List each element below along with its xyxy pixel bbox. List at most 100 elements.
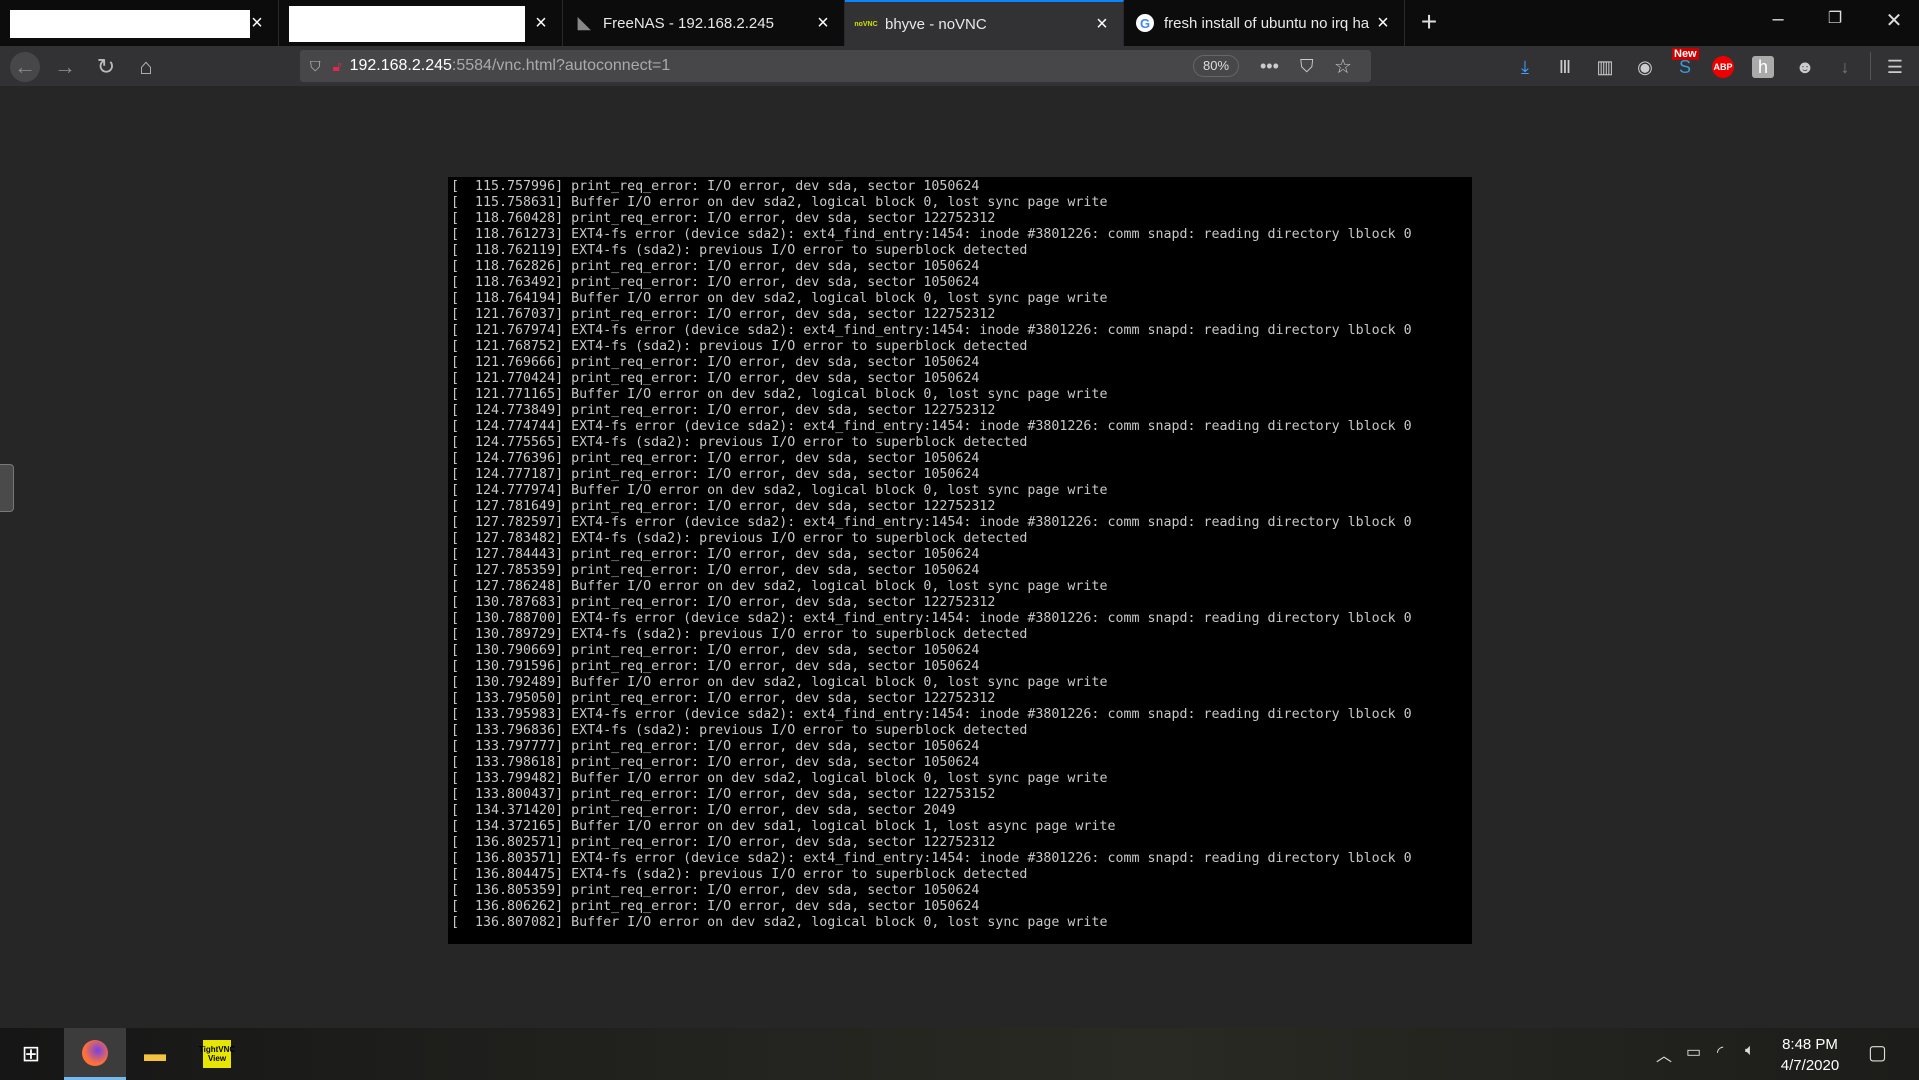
account-icon[interactable]: ◉: [1632, 54, 1658, 80]
console-line: [ 127.785359] print_req_error: I/O error…: [451, 563, 980, 578]
close-tab-icon[interactable]: ×: [1370, 12, 1396, 35]
tightvnc-viewer-button[interactable]: TightVNC View: [186, 1028, 248, 1080]
url-bar[interactable]: ⛉ 🔓︎ 192.168.2.245:5584/vnc.html?autocon…: [300, 50, 1371, 82]
console-line: [ 130.788700] EXT4-fs error (device sda2…: [451, 611, 1412, 626]
tab-freenas[interactable]: ◣ FreeNAS - 192.168.2.245 ×: [563, 0, 845, 46]
bookmark-star-icon[interactable]: ☆: [1334, 54, 1352, 79]
page-actions-icon[interactable]: •••: [1260, 56, 1279, 77]
google-icon: G: [1136, 14, 1154, 32]
url-host[interactable]: 192.168.2.245: [350, 57, 452, 75]
firefox-taskbar-button[interactable]: [64, 1028, 126, 1080]
console-line: [ 133.795983] EXT4-fs error (device sda2…: [451, 707, 1412, 722]
console-line: [ 124.776396] print_req_error: I/O error…: [451, 451, 980, 466]
console-line: [ 133.800437] print_req_error: I/O error…: [451, 787, 996, 802]
console-line: [ 115.757996] print_req_error: I/O error…: [451, 179, 980, 194]
console-line: [ 130.787683] print_req_error: I/O error…: [451, 595, 996, 610]
console-line: [ 133.795050] print_req_error: I/O error…: [451, 691, 996, 706]
console-line: [ 130.789729] EXT4-fs (sda2): previous I…: [451, 627, 1028, 642]
console-line: [ 118.764194] Buffer I/O error on dev sd…: [451, 291, 1108, 306]
start-button[interactable]: ⊞: [0, 1028, 62, 1080]
console-line: [ 130.792489] Buffer I/O error on dev sd…: [451, 675, 1108, 690]
close-tab-icon[interactable]: ×: [528, 12, 554, 35]
page-content: [ 115.757996] print_req_error: I/O error…: [0, 86, 1919, 1028]
action-center-icon[interactable]: ▢: [1868, 1040, 1887, 1065]
battery-icon[interactable]: ▭: [1686, 1042, 1701, 1062]
console-line: [ 136.807082] Buffer I/O error on dev sd…: [451, 915, 1108, 930]
download-extension-icon[interactable]: ↓: [1832, 54, 1858, 80]
downloads-icon[interactable]: ⤓: [1512, 54, 1538, 80]
back-button[interactable]: ←: [10, 52, 40, 82]
menu-icon[interactable]: ☰: [1882, 54, 1908, 80]
restore-button[interactable]: ❐: [1815, 8, 1855, 28]
console-line: [ 133.798618] print_req_error: I/O error…: [451, 755, 980, 770]
console-line: [ 133.799482] Buffer I/O error on dev sd…: [451, 771, 1108, 786]
console-line: [ 136.802571] print_req_error: I/O error…: [451, 835, 996, 850]
console-line: [ 124.777187] print_req_error: I/O error…: [451, 467, 980, 482]
console-line: [ 115.758631] Buffer I/O error on dev sd…: [451, 195, 1108, 210]
windows-taskbar: ⊞ ▬ TightVNC View ︿ ▭ ◜ 🔈︎ 8:48 PM 4/7/20…: [0, 1028, 1919, 1080]
close-tab-icon[interactable]: ×: [244, 12, 270, 35]
extension-mask-icon[interactable]: ☻: [1792, 54, 1818, 80]
redacted-title: [10, 10, 250, 38]
tracking-shield-icon[interactable]: ⛉: [310, 58, 321, 75]
vnc-screen[interactable]: [ 115.757996] print_req_error: I/O error…: [448, 177, 1472, 944]
console-line: [ 124.775565] EXT4-fs (sda2): previous I…: [451, 435, 1028, 450]
console-line: [ 124.774744] EXT4-fs error (device sda2…: [451, 419, 1412, 434]
console-line: [ 118.763492] print_req_error: I/O error…: [451, 275, 980, 290]
extension-new-icon[interactable]: New S: [1672, 48, 1699, 80]
freenas-icon: ◣: [577, 15, 591, 32]
firefox-icon: [82, 1039, 108, 1066]
clock[interactable]: 8:48 PM 4/7/2020: [1770, 1034, 1850, 1076]
console-line: [ 121.768752] EXT4-fs (sda2): previous I…: [451, 339, 1028, 354]
tab-redacted-1[interactable]: ×: [0, 0, 279, 46]
sidebar-icon[interactable]: ▥: [1592, 54, 1618, 80]
console-line: [ 134.371420] print_req_error: I/O error…: [451, 803, 956, 818]
redacted-title: [289, 6, 525, 42]
file-explorer-button[interactable]: ▬: [124, 1028, 186, 1080]
console-line: [ 124.777974] Buffer I/O error on dev sd…: [451, 483, 1108, 498]
insecure-lock-icon[interactable]: 🔓︎: [333, 58, 342, 75]
home-button[interactable]: ⌂: [131, 52, 161, 82]
console-line: [ 136.804475] EXT4-fs (sda2): previous I…: [451, 867, 1028, 882]
console-line: [ 130.791596] print_req_error: I/O error…: [451, 659, 980, 674]
console-line: [ 121.771165] Buffer I/O error on dev sd…: [451, 387, 1108, 402]
console-line: [ 118.762826] print_req_error: I/O error…: [451, 259, 980, 274]
console-line: [ 127.783482] EXT4-fs (sda2): previous I…: [451, 531, 1028, 546]
console-line: [ 133.797777] print_req_error: I/O error…: [451, 739, 980, 754]
forward-button[interactable]: →: [50, 52, 80, 82]
url-path[interactable]: :5584/vnc.html?autoconnect=1: [452, 57, 670, 75]
console-line: [ 121.767037] print_req_error: I/O error…: [451, 307, 996, 322]
novnc-control-bar-handle[interactable]: [0, 464, 14, 512]
console-line: [ 127.784443] print_req_error: I/O error…: [451, 547, 980, 562]
close-tab-icon[interactable]: ×: [810, 12, 836, 35]
zoom-level-button[interactable]: 80%: [1193, 55, 1239, 77]
tab-novnc[interactable]: noVNC bhyve - noVNC ×: [845, 0, 1124, 46]
pocket-icon[interactable]: ⛉: [1300, 56, 1314, 77]
close-tab-icon[interactable]: ×: [1089, 13, 1115, 36]
console-line: [ 124.773849] print_req_error: I/O error…: [451, 403, 996, 418]
reload-button[interactable]: ↻: [91, 52, 121, 82]
tab-redacted-2[interactable]: ×: [281, 0, 563, 46]
new-tab-button[interactable]: +: [1414, 6, 1444, 38]
tab-bar: × × ◣ FreeNAS - 192.168.2.245 × noVNC bh…: [0, 0, 1919, 46]
console-line: [ 121.770424] print_req_error: I/O error…: [451, 371, 980, 386]
console-line: [ 136.806262] print_req_error: I/O error…: [451, 899, 980, 914]
honey-extension-icon[interactable]: h: [1752, 56, 1774, 78]
console-line: [ 127.782597] EXT4-fs error (device sda2…: [451, 515, 1412, 530]
close-window-button[interactable]: ✕: [1874, 8, 1914, 33]
adblock-icon[interactable]: ABP: [1712, 56, 1734, 78]
console-line: [ 127.781649] print_req_error: I/O error…: [451, 499, 996, 514]
volume-icon[interactable]: 🔈︎: [1745, 1042, 1755, 1060]
minimize-button[interactable]: –: [1758, 8, 1798, 31]
console-line: [ 118.761273] EXT4-fs error (device sda2…: [451, 227, 1412, 242]
console-line: [ 136.805359] print_req_error: I/O error…: [451, 883, 980, 898]
console-line: [ 136.803571] EXT4-fs error (device sda2…: [451, 851, 1412, 866]
console-line: [ 121.769666] print_req_error: I/O error…: [451, 355, 980, 370]
wifi-icon[interactable]: ◜: [1717, 1042, 1723, 1062]
show-hidden-icons[interactable]: ︿: [1656, 1042, 1672, 1066]
novnc-icon: noVNC: [854, 15, 878, 33]
library-icon[interactable]: Ⅲ: [1552, 54, 1578, 80]
tightvnc-icon: TightVNC View: [199, 1040, 235, 1068]
nav-toolbar: ← → ↻ ⌂ ⛉ 🔓︎ 192.168.2.245:5584/vnc.html…: [0, 46, 1919, 86]
tab-google-search[interactable]: G fresh install of ubuntu no irq ha ×: [1124, 0, 1405, 46]
